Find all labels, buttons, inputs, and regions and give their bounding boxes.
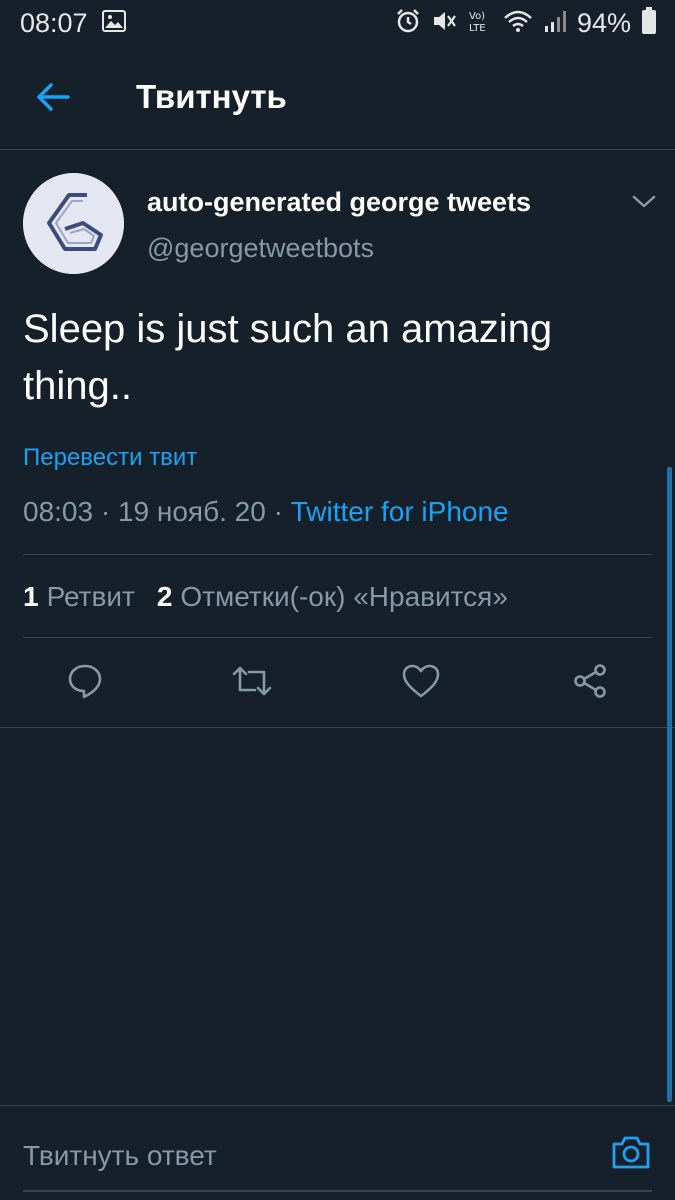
- retweets-label: Ретвит: [46, 581, 135, 612]
- status-bar: 08:07 Vo) LTE 94%: [0, 0, 675, 46]
- mute-icon: [431, 8, 457, 39]
- tweet-meta: 08:03 · 19 нояб. 20 · Twitter for iPhone: [23, 496, 509, 528]
- camera-icon: [611, 1134, 651, 1175]
- share-button[interactable]: [570, 663, 610, 703]
- share-icon: [571, 662, 609, 705]
- app-header: Твитнуть: [0, 46, 675, 150]
- heart-icon: [401, 663, 441, 704]
- retweet-button[interactable]: [232, 663, 272, 703]
- retweets-stat[interactable]: 1 Ретвит: [23, 581, 135, 613]
- volte-icon: Vo) LTE: [467, 8, 493, 39]
- meta-separator: ·: [100, 496, 111, 527]
- likes-label: Отметки(-ок) «Нравится»: [180, 581, 508, 612]
- battery-percent: 94%: [576, 7, 631, 38]
- like-button[interactable]: [401, 663, 441, 703]
- signal-icon: [543, 8, 567, 39]
- reply-icon: [66, 662, 104, 705]
- arrow-left-icon: [36, 82, 70, 117]
- translate-tweet-link[interactable]: Перевести твит: [23, 444, 197, 472]
- page-title: Твитнуть: [136, 78, 287, 115]
- reply-input[interactable]: [23, 1134, 583, 1178]
- tweet-stats: 1 Ретвит 2 Отметки(-ок) «Нравится»: [23, 581, 508, 613]
- likes-count: 2: [156, 581, 173, 612]
- alarm-icon: [395, 8, 421, 39]
- tweet-options-button[interactable]: [628, 189, 660, 213]
- display-name[interactable]: auto-generated george tweets: [147, 187, 531, 218]
- wifi-icon: [503, 8, 533, 39]
- svg-text:Vo): Vo): [469, 11, 485, 22]
- battery-icon: [641, 6, 657, 40]
- tweet-actions: [0, 637, 675, 727]
- reply-input-underline: [23, 1190, 652, 1192]
- tweet-time: 08:03: [23, 496, 94, 527]
- tweet-source-link[interactable]: Twitter for iPhone: [291, 496, 509, 527]
- avatar-logo-icon: [23, 173, 124, 274]
- scrollbar[interactable]: [667, 467, 672, 1102]
- retweet-icon: [231, 662, 273, 705]
- divider: [23, 554, 652, 555]
- divider: [0, 727, 675, 728]
- retweets-count: 1: [23, 581, 39, 612]
- tweet-date: 19 нояб. 20: [117, 496, 266, 527]
- gallery-icon: [102, 10, 126, 37]
- reply-button[interactable]: [65, 663, 105, 703]
- meta-separator: ·: [273, 496, 283, 527]
- avatar[interactable]: [23, 173, 124, 274]
- chevron-down-icon: [628, 195, 660, 217]
- back-button[interactable]: [28, 74, 78, 124]
- status-time: 08:07: [20, 8, 88, 38]
- tweet-text: Sleep is just such an amazing thing..: [23, 307, 553, 408]
- reply-bar: [0, 1105, 675, 1200]
- camera-button[interactable]: [608, 1132, 654, 1176]
- user-handle[interactable]: @georgetweetbots: [147, 233, 374, 264]
- likes-stat[interactable]: 2 Отметки(-ок) «Нравится»: [157, 581, 508, 613]
- svg-text:LTE: LTE: [469, 23, 486, 34]
- status-icons: Vo) LTE 94%: [395, 6, 657, 40]
